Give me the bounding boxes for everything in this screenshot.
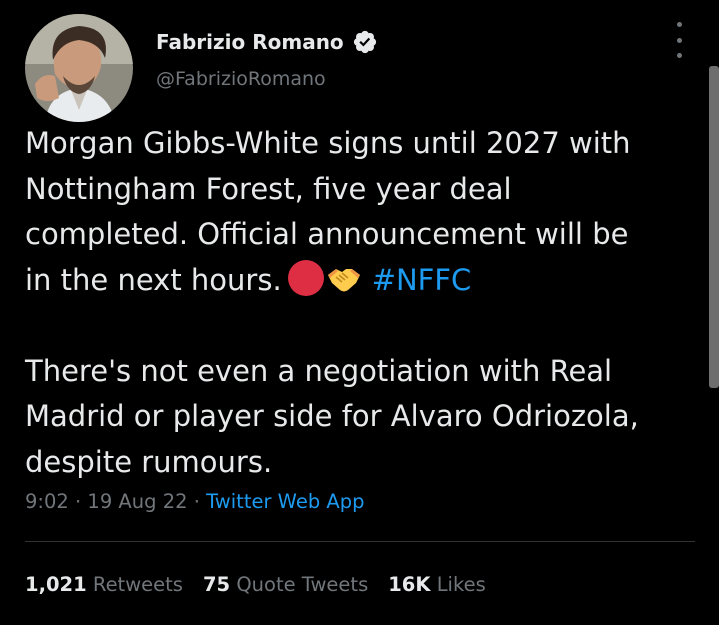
red-circle-emoji [287, 259, 324, 296]
tweet-source-link[interactable]: Twitter Web App [206, 490, 364, 513]
tweet-line: in the next hours. [25, 262, 282, 297]
verified-badge-icon [353, 30, 377, 54]
quote-tweets-count: 75 [202, 573, 231, 596]
meta-separator: · [68, 490, 88, 513]
tweet-line: There's not even a negotiation with Real [25, 353, 613, 388]
tweet-text: Morgan Gibbs-White signs until 2027 with… [25, 121, 695, 485]
divider [25, 541, 695, 542]
retweets-stat[interactable]: 1,021 Retweets [25, 573, 183, 596]
tweet-line: Madrid or player side for Alvaro Odriozo… [25, 399, 639, 433]
scrollbar[interactable] [709, 66, 719, 388]
handshake-emoji [327, 268, 360, 291]
likes-count: 16K [388, 573, 431, 596]
tweet-date[interactable]: 19 Aug 22 [87, 490, 187, 513]
engagement-stats: 1,021 Retweets 75 Quote Tweets 16K Likes [25, 573, 506, 596]
author-handle[interactable]: @FabrizioRomano [156, 68, 326, 90]
tweet-time[interactable]: 9:02 [25, 490, 69, 513]
quote-tweets-label: Quote Tweets [236, 573, 369, 596]
tweet-line: completed. Official announcement will be [25, 217, 629, 251]
retweets-label: Retweets [92, 573, 183, 596]
hashtag-link[interactable]: #NFFC [372, 263, 472, 297]
author-display-name[interactable]: Fabrizio Romano [156, 30, 344, 54]
tweet-line: despite rumours. [25, 444, 273, 479]
quote-tweets-stat[interactable]: 75 Quote Tweets [203, 573, 368, 596]
likes-label: Likes [436, 573, 486, 596]
likes-stat[interactable]: 16K Likes [388, 573, 486, 596]
tweet-meta: 9:02 · 19 Aug 22 · Twitter Web App [25, 490, 365, 513]
more-options-icon[interactable] [668, 22, 690, 58]
avatar[interactable] [25, 14, 133, 122]
meta-separator: · [187, 490, 207, 513]
tweet-line: Morgan Gibbs-White signs until 2027 with [25, 126, 631, 160]
tweet-line: Nottingham Forest, five year deal [25, 171, 512, 206]
retweets-count: 1,021 [25, 573, 87, 596]
tweet-line-with-emoji: in the next hours. #NFFC [25, 258, 695, 304]
